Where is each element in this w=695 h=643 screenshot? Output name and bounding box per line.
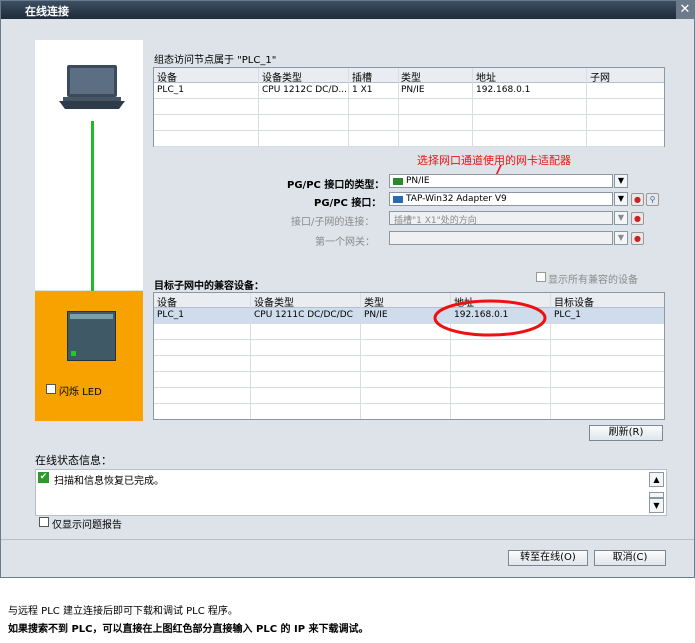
- table-row[interactable]: PLC_1 CPU 1211C DC/DC/DC PN/IE 192.168.0…: [154, 308, 664, 324]
- gateway-label: 第一个网关：: [315, 237, 375, 248]
- flash-led-label: 闪烁 LED: [59, 387, 102, 398]
- gateway-select[interactable]: ▼: [389, 231, 628, 245]
- compatible-devices-table: 设备 设备类型 类型 地址 目标设备 PLC_1 CPU 1211C DC/DC…: [153, 292, 665, 420]
- col-device-type: 设备类型: [254, 298, 294, 309]
- cell-target: PLC_1: [554, 310, 581, 320]
- show-all-checkbox[interactable]: [536, 272, 546, 282]
- online-connection-dialog: 在线连接 ✕ 闪烁 LED 组态访问节点属于 "PLC_1" 设备 设备类型 插…: [0, 0, 695, 578]
- configured-node-table: 设备 设备类型 插槽 类型 地址 子网 PLC_1 CPU 1212C DC/D…: [153, 67, 665, 147]
- close-icon[interactable]: ✕: [676, 1, 694, 19]
- divider: [1, 539, 694, 540]
- iface-conn-label: 接口/子网的连接：: [291, 217, 375, 228]
- pgpc-type-label: PG/PC 接口的类型：: [287, 180, 385, 191]
- cancel-button[interactable]: 取消(C): [594, 550, 666, 566]
- title-bar: 在线连接 ✕: [1, 1, 694, 19]
- table-row[interactable]: PLC_1 CPU 1212C DC/D... 1 X1 PN/IE 192.1…: [154, 83, 664, 99]
- chevron-down-icon[interactable]: ▼: [614, 192, 628, 206]
- col-device-type: 设备类型: [262, 73, 302, 84]
- table-header: 设备 设备类型 插槽 类型 地址 子网: [154, 68, 664, 84]
- chevron-down-icon[interactable]: ▼: [614, 174, 628, 188]
- connection-line: [91, 121, 94, 296]
- flash-led-checkbox[interactable]: [46, 384, 56, 394]
- network-adapter-icon: [393, 196, 403, 203]
- search-icon[interactable]: ⚲: [646, 193, 659, 206]
- cell-type: PN/IE: [364, 310, 388, 320]
- col-device: 设备: [157, 73, 177, 84]
- cell-type: PN/IE: [401, 85, 425, 95]
- status-caption: 在线状态信息：: [35, 454, 112, 467]
- refresh-button[interactable]: 刷新(R): [589, 425, 663, 441]
- pg-laptop-icon: [59, 65, 125, 109]
- configured-node-caption: 组态访问节点属于 "PLC_1": [154, 55, 277, 66]
- window-title: 在线连接: [25, 5, 69, 18]
- diagnostics-icon[interactable]: ●: [631, 212, 644, 225]
- chevron-down-icon[interactable]: ▼: [614, 231, 628, 245]
- table-header: 设备 设备类型 类型 地址 目标设备: [154, 293, 664, 309]
- col-device: 设备: [157, 298, 177, 309]
- cell-device: PLC_1: [157, 85, 184, 95]
- cell-device-type: CPU 1211C DC/DC/DC: [254, 310, 353, 320]
- col-subnet: 子网: [590, 73, 610, 84]
- cell-slot: 1 X1: [352, 85, 373, 95]
- footer-note-2: 如果搜索不到 PLC，可以直接在上图红色部分直接输入 PLC 的 IP 来下载调…: [8, 624, 369, 635]
- pgpc-iface-select[interactable]: TAP-Win32 Adapter V9 ▼: [389, 192, 628, 206]
- diagnostics-icon[interactable]: ●: [631, 193, 644, 206]
- iface-conn-select[interactable]: 插槽"1 X1"处的方向 ▼: [389, 211, 628, 226]
- col-target: 目标设备: [554, 298, 594, 309]
- diagnostics-icon[interactable]: ●: [631, 232, 644, 245]
- col-type: 类型: [401, 73, 421, 84]
- scroll-down-icon[interactable]: ▼: [649, 498, 664, 513]
- pgpc-iface-label: PG/PC 接口：: [314, 198, 382, 209]
- pnie-icon: [393, 178, 403, 185]
- status-message: 扫描和信息恢复已完成。: [54, 476, 164, 487]
- cell-device: PLC_1: [157, 310, 184, 320]
- col-type: 类型: [364, 298, 384, 309]
- compatible-caption: 目标子网中的兼容设备：: [154, 281, 264, 292]
- col-slot: 插槽: [352, 73, 372, 84]
- checkmark-icon: ✔: [38, 472, 49, 483]
- footer-note-1: 与远程 PLC 建立连接后即可下载和调试 PLC 程序。: [8, 606, 238, 617]
- only-problems-label: 仅显示问题报告: [52, 520, 122, 531]
- scroll-up-icon[interactable]: ▲: [649, 472, 664, 487]
- goto-online-button[interactable]: 转至在线(O): [508, 550, 588, 566]
- only-problems-checkbox[interactable]: [39, 517, 49, 527]
- plc-device-icon: [67, 311, 116, 361]
- col-address: 地址: [476, 73, 496, 84]
- pgpc-type-select[interactable]: PN/IE ▼: [389, 174, 628, 188]
- cell-address: 192.168.0.1: [476, 85, 531, 95]
- cell-device-type: CPU 1212C DC/D...: [262, 85, 347, 95]
- chevron-down-icon[interactable]: ▼: [614, 211, 628, 225]
- address-highlight-ellipse: [433, 299, 547, 337]
- show-all-label: 显示所有兼容的设备: [548, 275, 638, 286]
- status-box: ✔ 扫描和信息恢复已完成。 ▲ ▼: [35, 469, 667, 516]
